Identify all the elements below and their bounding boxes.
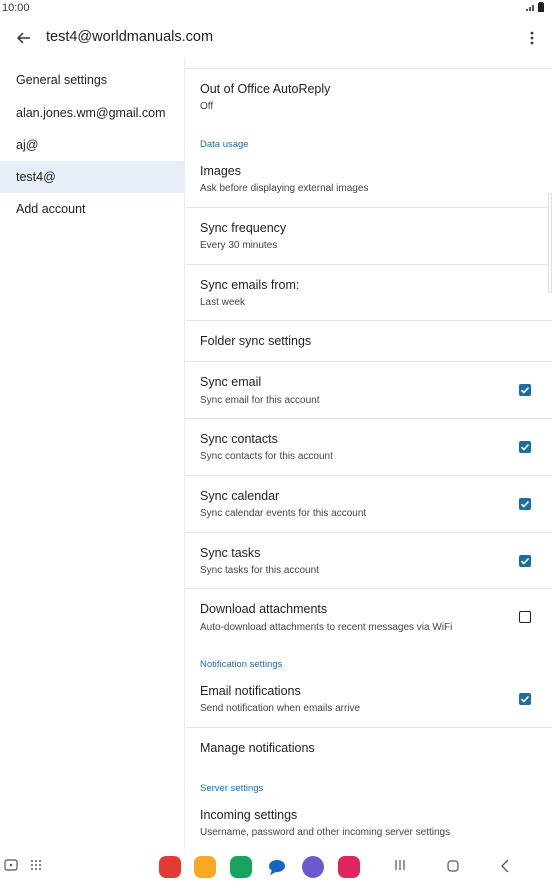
sidebar-item-account-test4[interactable]: test4@: [0, 161, 184, 193]
email-notifications-checkbox[interactable]: [519, 693, 531, 705]
images-value: Ask before displaying external images: [200, 183, 369, 194]
sync-frequency-title: Sync frequency: [200, 221, 287, 235]
apps-grid-icon: [31, 860, 41, 870]
sync-tasks-value: Sync tasks for this account: [200, 565, 319, 576]
check-icon: [520, 387, 530, 394]
dock-app-camera[interactable]: [338, 856, 360, 878]
section-server-settings: Server settings: [200, 783, 264, 794]
battery-icon: [538, 2, 544, 12]
phone-app-icon: [230, 856, 252, 878]
sync-calendar-value: Sync calendar events for this account: [200, 508, 367, 519]
sync-tasks-checkbox[interactable]: [519, 555, 531, 567]
red-app-icon: [159, 856, 181, 878]
scrollbar[interactable]: [548, 193, 552, 293]
divider: [185, 361, 552, 362]
incoming-settings-value: Username, password and other incoming se…: [200, 827, 451, 838]
back-nav-button[interactable]: [499, 859, 511, 873]
sync-emails-from-title: Sync emails from:: [200, 278, 300, 292]
sidebar-item-add-account[interactable]: Add account: [0, 193, 184, 225]
email-notifications-title: Email notifications: [200, 684, 301, 698]
images-title: Images: [200, 164, 241, 178]
recents-icon: [395, 860, 405, 870]
dock-app-phone[interactable]: [230, 856, 252, 878]
divider: [185, 532, 552, 533]
divider: [185, 320, 552, 321]
internet-app-icon: [302, 856, 324, 878]
app-bar: test4@worldmanuals.com: [0, 18, 552, 58]
check-icon: [520, 444, 530, 451]
dock-app-folder[interactable]: [194, 856, 216, 878]
status-time: 10:00: [2, 2, 30, 14]
check-icon: [520, 501, 530, 508]
system-icons: [526, 2, 544, 12]
dock-app-red[interactable]: [159, 856, 181, 878]
divider: [185, 207, 552, 208]
folder-sync-title: Folder sync settings: [200, 334, 312, 348]
email-notifications-value: Send notification when emails arrive: [200, 703, 361, 714]
more-vert-icon: [530, 31, 534, 45]
check-icon: [520, 558, 530, 565]
sync-email-checkbox[interactable]: [519, 384, 531, 396]
back-button[interactable]: [10, 24, 38, 52]
incoming-settings-title: Incoming settings: [200, 808, 298, 822]
camera-app-icon: [338, 856, 360, 878]
sidebar-item-general-settings[interactable]: General settings: [0, 64, 184, 96]
sync-email-title: Sync email: [200, 375, 262, 389]
home-icon: [447, 860, 459, 872]
chevron-left-icon: [501, 859, 509, 873]
back-arrow-icon: [17, 32, 30, 44]
account-sidebar: General settings alan.jones.wm@gmail.com…: [0, 64, 184, 850]
sync-tasks-title: Sync tasks: [200, 546, 261, 560]
manage-notifications-title: Manage notifications: [200, 741, 315, 755]
folder-app-icon: [194, 856, 216, 878]
divider: [185, 264, 552, 265]
recent-apps-button[interactable]: [393, 859, 407, 871]
sync-frequency-value: Every 30 minutes: [200, 240, 278, 251]
more-options-button[interactable]: [522, 26, 542, 50]
divider: [185, 475, 552, 476]
section-notification-settings: Notification settings: [200, 659, 283, 670]
sidebar-item-account-alan[interactable]: alan.jones.wm@gmail.com: [0, 97, 184, 129]
app-drawer-button[interactable]: [30, 859, 42, 871]
download-attachments-value: Auto-download attachments to recent mess…: [200, 622, 453, 633]
keyboard-icon: [4, 859, 18, 871]
dock-app-messages[interactable]: [266, 856, 288, 878]
divider: [185, 418, 552, 419]
page-title: test4@worldmanuals.com: [46, 29, 214, 45]
navigation-bar: [0, 850, 552, 883]
sync-email-value: Sync email for this account: [200, 395, 320, 406]
divider: [185, 727, 552, 728]
sync-emails-from-value: Last week: [200, 297, 246, 308]
download-attachments-title: Download attachments: [200, 602, 328, 616]
messages-app-icon: [269, 860, 285, 875]
sync-contacts-title: Sync contacts: [200, 432, 278, 446]
out-of-office-title: Out of Office AutoReply: [200, 82, 331, 96]
signal-icon: [526, 5, 534, 11]
sync-contacts-value: Sync contacts for this account: [200, 451, 333, 462]
divider: [185, 588, 552, 589]
sync-contacts-checkbox[interactable]: [519, 441, 531, 453]
download-attachments-checkbox[interactable]: [519, 611, 531, 623]
sidebar-item-account-aj[interactable]: aj@: [0, 129, 184, 161]
check-icon: [520, 696, 530, 703]
divider: [185, 68, 552, 69]
status-bar: 10:00: [0, 0, 552, 18]
out-of-office-value: Off: [200, 101, 214, 112]
keyboard-switch-button[interactable]: [4, 859, 18, 873]
home-button[interactable]: [446, 859, 460, 873]
sync-calendar-title: Sync calendar: [200, 489, 280, 503]
settings-list: Out of Office AutoReply Off Data usage I…: [185, 58, 552, 850]
sync-calendar-checkbox[interactable]: [519, 498, 531, 510]
dock-app-internet[interactable]: [302, 856, 324, 878]
section-data-usage: Data usage: [200, 139, 249, 150]
